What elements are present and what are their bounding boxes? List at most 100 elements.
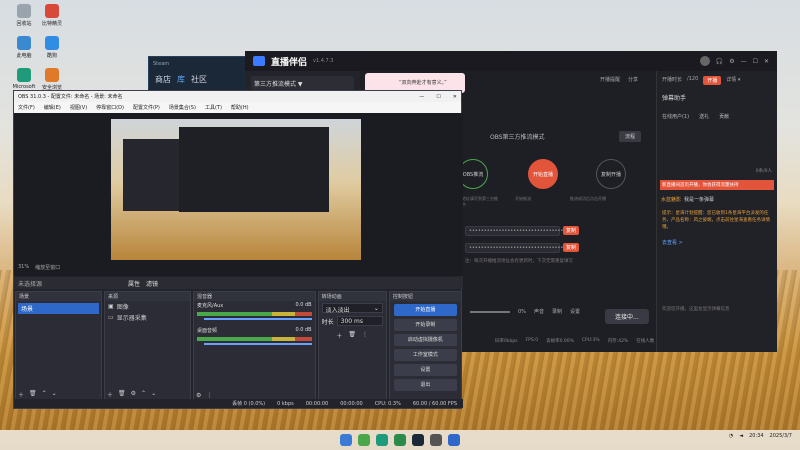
copy-key-button[interactable]: 复制 bbox=[563, 243, 580, 252]
sound-button[interactable]: 声音 bbox=[534, 308, 544, 315]
down-icon[interactable]: ⌄ bbox=[151, 390, 156, 399]
gear-icon[interactable]: ⚙ bbox=[729, 58, 734, 65]
zoom-select[interactable]: 缩放至窗口 bbox=[35, 264, 60, 271]
speaker-icon[interactable]: ◄ bbox=[739, 433, 743, 439]
app-icon bbox=[45, 68, 59, 82]
clock-time[interactable]: 20:34 bbox=[749, 433, 763, 439]
exit-button[interactable]: 退出 bbox=[393, 379, 458, 391]
preview-area[interactable] bbox=[14, 113, 463, 276]
menu-item[interactable]: 配置文件(P) bbox=[133, 104, 160, 111]
menu-item[interactable]: 场景集合(S) bbox=[169, 104, 196, 111]
close-icon[interactable]: ✕ bbox=[764, 58, 769, 65]
menu-item[interactable]: 停靠窗口(D) bbox=[96, 104, 124, 111]
edge-icon[interactable] bbox=[376, 434, 388, 446]
steam-nav-library[interactable]: 库 bbox=[177, 74, 185, 85]
steam-icon[interactable] bbox=[412, 434, 424, 446]
avatar[interactable] bbox=[699, 56, 710, 66]
down-icon[interactable]: ⌄ bbox=[52, 390, 57, 399]
no-source-label: 未选择源 bbox=[18, 280, 43, 288]
gear-icon[interactable]: ⚙ bbox=[131, 390, 136, 399]
desktop-icon[interactable]: 酷狗 bbox=[36, 36, 68, 59]
menu-item[interactable]: 工具(T) bbox=[205, 104, 222, 111]
connect-button[interactable]: 连接中... bbox=[605, 309, 649, 324]
plus-icon[interactable]: ＋ bbox=[18, 390, 24, 399]
scenes-dock: 场景 场景 ＋ 🗑 ⌃ ⌄ bbox=[15, 291, 103, 401]
source-item-display[interactable]: ▭ 显示器采集 bbox=[105, 312, 190, 323]
guide-button[interactable]: 流程 bbox=[619, 131, 642, 142]
up-icon[interactable]: ⌃ bbox=[141, 390, 146, 399]
start-icon[interactable] bbox=[340, 434, 352, 446]
obs-icon[interactable] bbox=[430, 434, 442, 446]
wifi-icon[interactable]: ◔ bbox=[729, 433, 733, 439]
properties-button[interactable]: 属性 bbox=[128, 279, 140, 288]
menu-item[interactable]: 文件(F) bbox=[18, 104, 35, 111]
app-icon[interactable] bbox=[394, 434, 406, 446]
danmu-title: 弹幕助手 bbox=[662, 95, 687, 102]
trash-icon[interactable]: 🗑 bbox=[348, 331, 356, 340]
steam-nav-store[interactable]: 商店 bbox=[155, 74, 171, 85]
trash-icon[interactable]: 🗑 bbox=[29, 390, 37, 399]
more-icon[interactable]: ⋮ bbox=[362, 331, 368, 340]
plus-icon[interactable]: ＋ bbox=[336, 331, 342, 340]
plus-icon[interactable]: ＋ bbox=[107, 390, 113, 399]
scene-item[interactable]: 场景 bbox=[18, 303, 100, 314]
virtual-camera-button[interactable]: 启动虚拟摄像机 bbox=[393, 334, 458, 346]
menu-item[interactable]: 帮助(H) bbox=[231, 104, 249, 111]
duration-input[interactable]: 300 ms bbox=[336, 316, 383, 326]
notice-link[interactable]: 去查看 > bbox=[662, 239, 772, 246]
more-icon[interactable]: ⋮ bbox=[206, 392, 212, 399]
gear-icon[interactable]: ⚙ bbox=[196, 392, 201, 399]
transition-select[interactable]: 淡入淡出 ⌄ bbox=[321, 303, 383, 314]
mode-select[interactable]: 第三方推流模式 ▼ bbox=[251, 76, 354, 91]
desktop-icon[interactable]: 安全浏览 bbox=[36, 68, 68, 91]
tab-online-users[interactable]: 在线用户(1) bbox=[662, 113, 689, 120]
minimize-icon[interactable]: — bbox=[741, 58, 747, 65]
desktop-icon[interactable]: 比特精灵 bbox=[36, 4, 68, 27]
obs-titlebar: OBS 31.0.3 - 配置文件: 未命名 - 场景: 未命名 — ☐ ✕ bbox=[14, 91, 461, 102]
ch1-volume-slider[interactable] bbox=[204, 318, 312, 320]
clock-date[interactable]: 2025/3/7 bbox=[770, 433, 792, 439]
start-live-badge[interactable]: 开播 bbox=[703, 76, 722, 85]
trash-icon[interactable]: 🗑 bbox=[118, 390, 126, 399]
welcome-banner[interactable]: 新直播间首页开播，你会获得流量扶持 bbox=[660, 180, 774, 190]
danmu-user[interactable]: 水蓝魅影 bbox=[661, 196, 681, 203]
maximize-icon[interactable]: ☐ bbox=[753, 58, 758, 65]
desktop-icon-label: 酷狗 bbox=[46, 53, 57, 59]
live-app-icon[interactable] bbox=[448, 434, 460, 446]
settings-button[interactable]: 设置 bbox=[393, 364, 458, 376]
chrome-icon[interactable] bbox=[358, 434, 370, 446]
share-button[interactable]: 分享 bbox=[628, 76, 638, 83]
preview-live-mini bbox=[179, 127, 329, 212]
scenes-toolbar: ＋ 🗑 ⌃ ⌄ bbox=[18, 390, 57, 399]
headset-icon[interactable]: 🎧 bbox=[716, 58, 723, 65]
menu-item[interactable]: 视图(V) bbox=[70, 104, 87, 111]
stream-key-field[interactable]: •••••••••••••••••••••••••••••••• bbox=[465, 243, 563, 253]
step-live[interactable]: 开始直播 bbox=[528, 159, 558, 189]
maximize-icon[interactable]: ☐ bbox=[436, 94, 440, 100]
up-icon[interactable]: ⌃ bbox=[42, 390, 47, 399]
menu-item[interactable]: 编辑(E) bbox=[44, 104, 61, 111]
details-button[interactable]: 详情 ▾ bbox=[726, 76, 740, 85]
steam-nav-community[interactable]: 社区 bbox=[191, 74, 207, 85]
minimize-icon[interactable]: — bbox=[419, 94, 424, 100]
slider[interactable] bbox=[470, 310, 510, 313]
copy-url-button[interactable]: 复制 bbox=[563, 226, 580, 235]
step-copy: 复制开播 bbox=[596, 159, 626, 189]
filters-button[interactable]: 滤镜 bbox=[146, 279, 158, 288]
tab-gifts[interactable]: 送礼 bbox=[699, 113, 709, 120]
transitions-dock: 转场动画 淡入淡出 ⌄ 时长 300 ms ＋ 🗑 ⋮ bbox=[317, 291, 387, 401]
source-item-image[interactable]: ▣ 图像 bbox=[105, 301, 190, 312]
start-recording-button[interactable]: 开始录制 bbox=[393, 319, 458, 331]
app-icon bbox=[45, 4, 59, 18]
ch2-volume-slider[interactable] bbox=[204, 343, 312, 345]
record-button[interactable]: 录制 bbox=[552, 308, 562, 315]
close-icon[interactable]: ✕ bbox=[453, 94, 457, 100]
remind-button[interactable]: 开播提醒 bbox=[600, 76, 620, 83]
right-header: 开播时长 /120 开播 详情 ▾ bbox=[657, 71, 777, 90]
studio-mode-button[interactable]: 工作室模式 bbox=[393, 349, 458, 361]
tab-contrib[interactable]: 贡献 bbox=[719, 113, 729, 120]
settings-button[interactable]: 设置 bbox=[570, 308, 580, 315]
start-streaming-button[interactable]: 开始直播 bbox=[393, 304, 458, 316]
monitor-icon: ▭ bbox=[108, 314, 114, 321]
server-url-field[interactable]: •••••••••••••••••••••••••••••••• bbox=[465, 226, 563, 236]
